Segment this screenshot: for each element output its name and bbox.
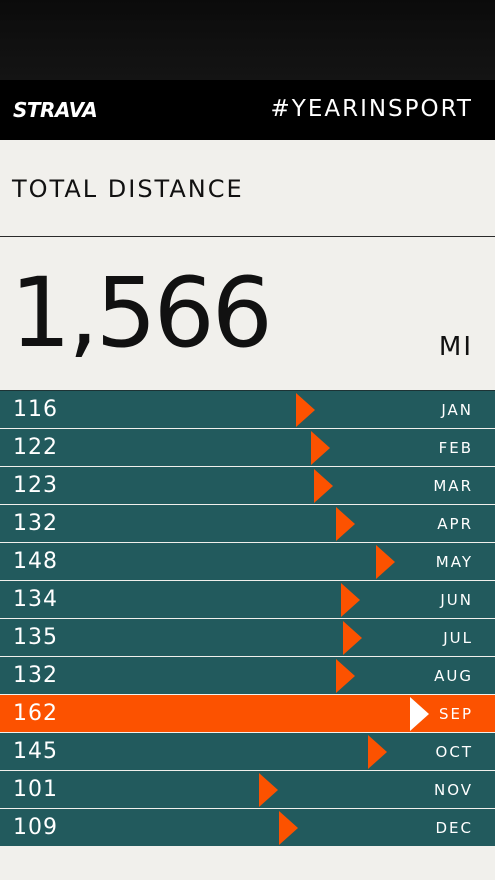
month-label: APR <box>437 515 473 533</box>
month-distance-value: 109 <box>13 815 58 840</box>
month-label: NOV <box>433 781 473 799</box>
month-label: MAY <box>435 553 473 571</box>
month-label: AUG <box>434 667 473 685</box>
month-label: JAN <box>441 401 473 419</box>
month-distance-value: 162 <box>13 701 58 726</box>
month-label: FEB <box>438 439 473 457</box>
month-label: SEP <box>438 705 473 723</box>
month-label: JUL <box>443 629 473 647</box>
month-row-mar: 123 MAR <box>0 467 495 505</box>
month-row-aug: 132 AUG <box>0 657 495 695</box>
progress-marker-icon <box>313 469 333 503</box>
month-row-jan: 116 JAN <box>0 391 495 429</box>
month-row-oct: 145 OCT <box>0 733 495 771</box>
month-distance-value: 132 <box>13 663 58 688</box>
progress-marker-icon <box>368 735 387 769</box>
month-distance-value: 148 <box>13 549 58 574</box>
month-distance-value: 123 <box>13 473 58 498</box>
monthly-distance-list: 116 JAN 122 FEB 123 MAR 132 APR 148 MAY 134 JUN 135 J… <box>0 390 495 858</box>
month-row-nov: 101 NOV <box>0 771 495 809</box>
month-label: JUN <box>440 591 473 609</box>
top-bar <box>0 0 495 80</box>
strava-logo: STRAVA <box>13 98 98 122</box>
progress-marker-icon <box>343 621 363 655</box>
header-bar: STRAVA #YEARINSPORT <box>0 80 495 140</box>
progress-marker-icon <box>311 431 331 465</box>
month-distance-value: 135 <box>13 625 58 650</box>
month-label: MAR <box>433 477 473 495</box>
month-distance-value: 122 <box>13 435 58 460</box>
section-title: TOTAL DISTANCE <box>12 175 244 203</box>
month-row-may: 148 MAY <box>0 543 495 581</box>
divider <box>0 236 495 237</box>
hashtag-label: #YEARINSPORT <box>270 96 473 122</box>
month-distance-value: 116 <box>13 397 58 422</box>
progress-marker-icon <box>336 659 355 693</box>
month-row-jun: 134 JUN <box>0 581 495 619</box>
month-distance-value: 145 <box>13 739 58 764</box>
month-row-dec: 109 DEC <box>0 809 495 847</box>
month-label: DEC <box>435 819 473 837</box>
month-distance-value: 134 <box>13 587 58 612</box>
total-distance-value: 1,566 <box>10 257 273 369</box>
progress-marker-icon <box>340 583 360 617</box>
progress-marker-icon <box>336 507 355 541</box>
month-row-jul: 135 JUL <box>0 619 495 657</box>
month-distance-value: 132 <box>13 511 58 536</box>
month-distance-value: 101 <box>13 777 58 802</box>
month-label: OCT <box>435 743 473 761</box>
progress-marker-icon <box>279 811 299 845</box>
progress-marker-icon <box>375 545 395 579</box>
progress-marker-icon <box>296 393 316 427</box>
progress-marker-icon <box>410 697 429 731</box>
progress-marker-icon <box>259 773 279 807</box>
month-row-feb: 122 FEB <box>0 429 495 467</box>
distance-unit: MI <box>438 332 473 362</box>
month-row-apr: 132 APR <box>0 505 495 543</box>
month-row-sep: 162 SEP <box>0 695 495 733</box>
